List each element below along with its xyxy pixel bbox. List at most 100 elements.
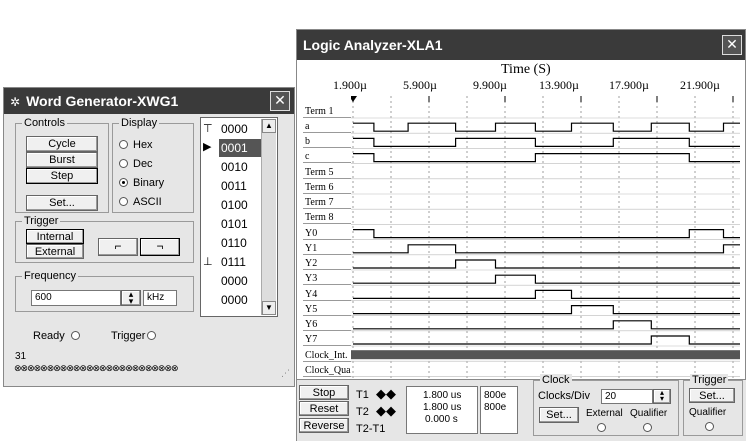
time-tick-label: 9.900µ: [473, 78, 507, 92]
falling-edge-icon: ¬: [156, 239, 164, 253]
signal-trace-y5: [353, 305, 740, 315]
rising-edge-button[interactable]: ⌐: [98, 238, 138, 256]
display-binary-radio[interactable]: Binary: [119, 177, 164, 189]
burst-button[interactable]: Burst: [26, 152, 98, 168]
scroll-down-icon[interactable]: ▼: [262, 301, 276, 315]
signal-label-y0: Y0: [303, 227, 351, 240]
radio-indicator: [119, 159, 128, 168]
radio-indicator: [705, 422, 714, 431]
signal-label-b: b: [303, 135, 351, 148]
signal-trace-y6: [353, 320, 740, 330]
waveform-display[interactable]: [351, 96, 740, 380]
t2-cursor-arrows-icon[interactable]: ◆◆: [376, 403, 396, 419]
word-row-4[interactable]: 0100: [219, 196, 261, 214]
trigger-caption: Trigger: [22, 215, 61, 227]
cycle-button[interactable]: Cycle: [26, 136, 98, 152]
word-list-scrollbar[interactable]: ▲ ▼: [261, 119, 276, 315]
clocks-div-label: Clocks/Div: [538, 390, 590, 402]
t1-hex-value: 800e: [484, 390, 507, 401]
t2-t1-label: T2-T1: [356, 423, 386, 435]
signal-trace-c: [353, 153, 740, 163]
word-row-5[interactable]: 0101: [219, 215, 261, 233]
time-tick-label: 17.900µ: [609, 78, 649, 92]
signal-label-term1: Term 1: [303, 105, 351, 118]
set-button[interactable]: Set...: [26, 195, 98, 211]
word-generator-titlebar[interactable]: ✲ Word Generator-XWG1: [4, 88, 294, 114]
signal-label-term5: Term 5: [303, 166, 351, 179]
signal-label-y1: Y1: [303, 242, 351, 255]
trigger-internal-button[interactable]: Internal: [26, 229, 84, 244]
word-row-6[interactable]: 0110: [219, 234, 261, 252]
falling-edge-button[interactable]: ¬: [140, 238, 180, 256]
display-ascii-radio[interactable]: ASCII: [119, 196, 162, 208]
word-row-3[interactable]: 0011: [219, 177, 261, 195]
clock-caption: Clock: [540, 374, 572, 386]
clock-external-radio[interactable]: [597, 422, 611, 434]
signal-trace-y4: [353, 289, 740, 299]
step-button[interactable]: Step: [26, 168, 98, 184]
display-binary-label: Binary: [133, 177, 165, 189]
ready-indicator: Ready: [33, 330, 85, 342]
clock-internal-trace: [351, 350, 740, 360]
frequency-unit-field[interactable]: kHz: [143, 290, 177, 306]
start-marker-icon: ⊤: [203, 123, 213, 135]
analyzer-trigger-caption: Trigger: [690, 374, 729, 386]
frequency-caption: Frequency: [22, 270, 78, 282]
logic-analyzer-close-button[interactable]: ✕: [722, 35, 742, 55]
word-row-2[interactable]: 0010: [219, 158, 261, 176]
word-row-9[interactable]: 0000: [219, 291, 261, 309]
time-tick-label: 21.900µ: [680, 78, 720, 92]
trigger-qualifier-label: Qualifier: [689, 407, 727, 418]
stop-button[interactable]: Stop: [299, 385, 349, 400]
frequency-stepper[interactable]: ▴ ▾: [121, 290, 141, 306]
word-generator-close-button[interactable]: ✕: [270, 91, 290, 111]
reset-button[interactable]: Reset: [299, 401, 349, 416]
word-row-0[interactable]: 0000: [219, 120, 261, 138]
word-row-1[interactable]: 0001: [219, 139, 261, 157]
signal-label-clock-qua: Clock_Qua: [303, 364, 351, 377]
trigger-external-button[interactable]: External: [26, 244, 84, 259]
display-caption: Display: [119, 117, 160, 129]
display-hex-label: Hex: [133, 139, 153, 151]
frequency-input[interactable]: 600: [31, 290, 121, 306]
word-list[interactable]: ⊤ ▶ ⊥ 0000 0001 0010 0011 0100 0101 0110…: [200, 117, 278, 317]
signal-label-term7: Term 7: [303, 196, 351, 209]
radio-indicator-selected: [119, 178, 128, 187]
current-word-pointer-icon: ▶: [203, 141, 212, 153]
t1-label: T1: [356, 389, 369, 401]
trigger-set-button[interactable]: Set...: [689, 388, 735, 403]
scroll-up-icon[interactable]: ▲: [262, 119, 276, 133]
display-dec-radio[interactable]: Dec: [119, 158, 153, 170]
signal-label-y6: Y6: [303, 318, 351, 331]
ready-label: Ready: [33, 330, 65, 342]
rising-edge-icon: ⌐: [114, 239, 122, 253]
signal-trace-y1: [353, 244, 740, 254]
bit-indicators: ⊗⊗⊗⊗⊗⊗⊗⊗⊗⊗⊗⊗⊗⊗⊗⊗⊗⊗⊗⊗⊗⊗⊗⊗⊗: [14, 363, 179, 373]
signal-label-y3: Y3: [303, 272, 351, 285]
clock-qualifier-radio[interactable]: [643, 422, 657, 434]
radio-indicator: [119, 197, 128, 206]
resize-grip-icon[interactable]: ⋰: [281, 368, 290, 379]
word-row-7[interactable]: 0111: [219, 253, 261, 271]
clock-set-button[interactable]: Set...: [539, 407, 579, 423]
time-axis-label: Time (S): [501, 62, 551, 77]
signal-trace-y7: [353, 335, 740, 345]
t1-cursor-arrows-icon[interactable]: ◆◆: [376, 386, 396, 402]
signal-label-y4: Y4: [303, 288, 351, 301]
logic-analyzer-titlebar[interactable]: Logic Analyzer-XLA1: [297, 30, 745, 60]
t2-hex-value: 800e: [484, 402, 507, 413]
word-row-8[interactable]: 0000: [219, 272, 261, 290]
signal-label-term8: Term 8: [303, 211, 351, 224]
display-hex-radio[interactable]: Hex: [119, 139, 153, 151]
signal-trace-y0: [353, 229, 740, 239]
clocks-div-input[interactable]: 20: [601, 389, 653, 404]
radio-indicator: [597, 423, 606, 432]
clocks-div-stepper[interactable]: ▴ ▾: [653, 389, 671, 404]
display-ascii-label: ASCII: [133, 196, 162, 208]
trigger-qualifier-radio[interactable]: [705, 421, 719, 433]
signal-trace-a: [353, 122, 740, 132]
time-tick-label: 13.900µ: [539, 78, 579, 92]
t2-t1-time-value: 0.000 s: [425, 414, 458, 425]
reverse-button[interactable]: Reverse: [299, 418, 349, 433]
signal-label-clock-int: Clock_Int.: [303, 349, 351, 362]
